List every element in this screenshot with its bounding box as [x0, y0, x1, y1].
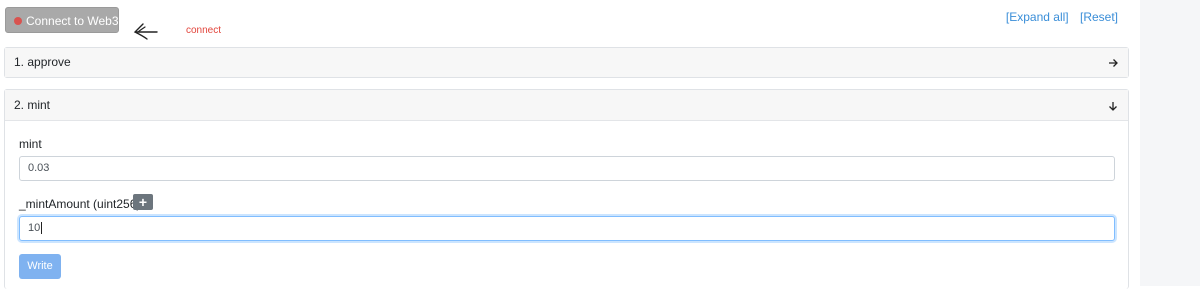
- payable-amount-label: mint: [19, 137, 42, 151]
- payable-amount-input[interactable]: 0.03: [19, 156, 1115, 181]
- function-header-mint[interactable]: 2. mint: [5, 90, 1128, 121]
- write-button[interactable]: Write: [19, 254, 61, 279]
- mint-amount-input[interactable]: 10: [19, 216, 1115, 241]
- mint-amount-value: 10: [28, 222, 41, 234]
- arrow-down-icon: [1108, 90, 1118, 120]
- reset-link[interactable]: [Reset]: [1080, 10, 1118, 24]
- arrow-right-icon: [1108, 48, 1118, 77]
- hand-drawn-arrow-icon: [133, 23, 158, 40]
- text-cursor: [41, 222, 43, 235]
- right-gutter: [1140, 0, 1200, 286]
- connect-to-web3-button[interactable]: Connect to Web3: [5, 7, 119, 33]
- function-title: 2. mint: [14, 98, 51, 112]
- status-dot-icon: [14, 16, 22, 25]
- function-card-approve: 1. approve: [4, 47, 1129, 78]
- expand-all-link[interactable]: [Expand all]: [1006, 10, 1069, 24]
- function-header-approve[interactable]: 1. approve: [5, 48, 1128, 77]
- add-parameter-button[interactable]: +: [133, 194, 153, 210]
- mint-amount-label: _mintAmount (uint256): [19, 197, 141, 211]
- top-links: [Expand all] [Reset]: [998, 10, 1118, 24]
- connect-label: Connect to Web3: [26, 14, 119, 28]
- function-title: 1. approve: [14, 55, 71, 69]
- connect-annotation: connect: [186, 25, 222, 36]
- function-card-mint: 2. mint mint 0.03 _mintAmount (uint256) …: [4, 89, 1129, 289]
